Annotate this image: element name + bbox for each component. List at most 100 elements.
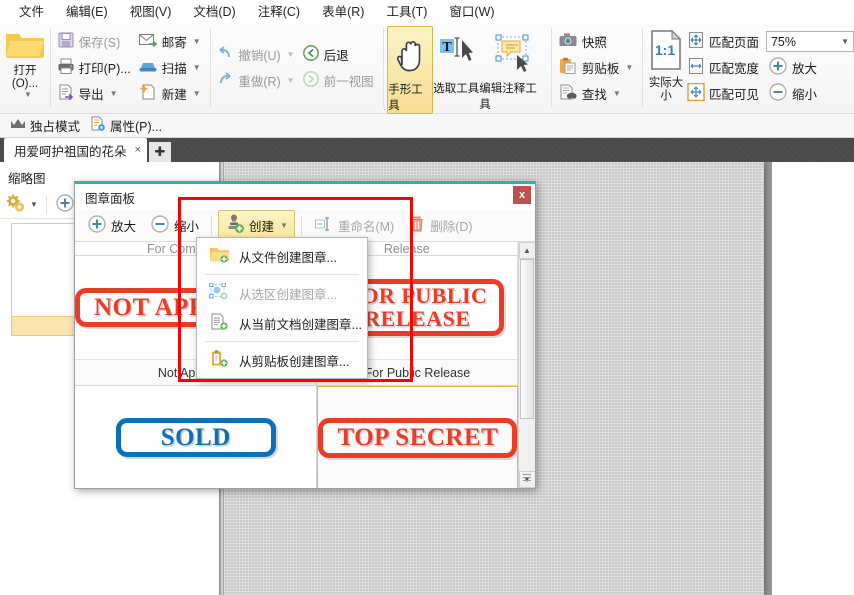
clipboard-caret-icon[interactable]: ▼ [625, 63, 633, 72]
create-stamp-from-clipboard-label: 从剪贴板创建图章... [239, 354, 350, 369]
menu-view[interactable]: 视图(V) [119, 0, 183, 22]
scrollbar-thumb[interactable] [519, 259, 534, 419]
share-actions-group: 邮寄 ▼ 扫描 ▼ 新建 ▼ [136, 22, 206, 113]
zoom-out-button[interactable]: 缩小 [766, 81, 854, 107]
stamp-graphic-line-2: RELEASE [364, 305, 471, 331]
envelope-icon [138, 31, 158, 52]
close-icon[interactable]: × [135, 144, 141, 156]
svg-text:1:1: 1:1 [655, 42, 675, 58]
delete-stamp-label: 删除(D) [430, 220, 473, 234]
scrollbar-grip-icon [523, 474, 531, 481]
create-stamp-from-document-item[interactable]: 从当前文档创建图章... [197, 308, 367, 338]
create-stamp-from-document-label: 从当前文档创建图章... [239, 317, 362, 332]
previous-view-button[interactable]: 前一视图 [300, 68, 379, 94]
delete-stamp-button[interactable]: 删除(D) [402, 212, 478, 239]
stamp-panel-scrollbar[interactable]: ▲ ▼ [518, 242, 535, 488]
export-button[interactable]: 导出 ▼ [55, 81, 136, 107]
thumbnail-options-caret-icon[interactable]: ▼ [30, 200, 38, 209]
undo-button-label: 撤销(U) [238, 49, 281, 63]
new-button[interactable]: 新建 ▼ [136, 81, 206, 107]
find-button[interactable]: 查找 ▼ [556, 81, 638, 107]
find-caret-icon[interactable]: ▼ [613, 89, 621, 98]
thumbnail-zoom-in-icon[interactable] [55, 193, 75, 216]
scroll-up-arrow-icon[interactable]: ▲ [518, 242, 535, 259]
menu-document[interactable]: 文档(D) [182, 0, 246, 22]
redo-caret-icon: ▼ [286, 76, 295, 85]
actual-size-button[interactable]: 1:1 实际大小 [647, 22, 685, 113]
open-button[interactable]: 打开(O)... ▼ [4, 22, 46, 113]
thumbnail-toolbar-separator [45, 195, 47, 214]
stamp-art: SOLD [75, 386, 317, 488]
gear-icon[interactable] [6, 193, 26, 216]
stamp-panel-titlebar[interactable]: 图章面板 x [75, 184, 535, 210]
chevron-down-icon[interactable]: ▼ [841, 37, 849, 46]
minus-circle-icon [150, 214, 170, 237]
fit-page-icon [687, 31, 705, 52]
create-stamp-from-file-item[interactable]: 从文件创建图章... [197, 241, 367, 271]
forward-circle-icon [302, 70, 320, 91]
stamp-art: TOP SECRET [318, 387, 518, 488]
export-caret-icon[interactable]: ▼ [110, 89, 118, 98]
menu-file[interactable]: 文件 [8, 0, 55, 22]
new-button-label: 新建 [161, 88, 187, 102]
snapshot-button[interactable]: 快照 [556, 29, 638, 55]
print-button[interactable]: 打印(P)... [55, 55, 136, 81]
undo-button[interactable]: 撤销(U) ▼ [214, 42, 299, 68]
stamp-graphic-line-1: FOR PUBLIC [347, 283, 488, 309]
scan-caret-icon[interactable]: ▼ [193, 63, 201, 72]
fit-width-label: 匹配宽度 [708, 62, 759, 76]
stamp-item-top-secret[interactable]: TOP SECRET Top Secret [317, 386, 518, 488]
menu-comment[interactable]: 注释(C) [247, 0, 311, 22]
plus-circle-icon [768, 56, 788, 79]
scanner-icon [138, 57, 158, 78]
zoom-in-button[interactable]: 放大 [766, 55, 854, 81]
exclusive-mode-button[interactable]: 独占模式 [8, 116, 88, 135]
new-caret-icon[interactable]: ▼ [193, 89, 201, 98]
redo-button[interactable]: 重做(R) ▼ [214, 68, 299, 94]
plus-icon: ✚ [154, 144, 166, 159]
fit-page-button[interactable]: 匹配页面 [685, 29, 764, 55]
stamp-zoom-in-button[interactable]: 放大 [81, 211, 142, 240]
email-button[interactable]: 邮寄 ▼ [136, 29, 206, 55]
plus-circle-icon [87, 214, 107, 237]
save-button[interactable]: 保存(S) [55, 29, 136, 55]
zoom-level-combobox[interactable]: 75% ▼ [765, 31, 854, 52]
scan-button[interactable]: 扫描 ▼ [136, 55, 206, 81]
rename-stamp-button[interactable]: 重命名(M) [308, 212, 400, 239]
new-document-icon [138, 83, 158, 104]
save-disk-icon [57, 31, 75, 52]
stamp-panel-close-button[interactable]: x [513, 186, 531, 204]
open-caret-icon[interactable]: ▼ [24, 90, 32, 99]
stamp-panel-title: 图章面板 [85, 191, 136, 206]
document-tab[interactable]: 用爱呵护祖国的花朵 × [4, 138, 147, 162]
fit-visible-button[interactable]: 匹配可见 [685, 81, 764, 107]
fit-width-button[interactable]: 匹配宽度 [685, 55, 764, 81]
edit-annotation-tool[interactable]: 编辑注释工具 [479, 26, 547, 112]
fit-group: 匹配页面 匹配宽度 匹配可见 [685, 22, 764, 113]
export-icon [57, 83, 75, 104]
hand-icon [393, 35, 427, 78]
select-tool[interactable]: T 选取工具 [433, 26, 479, 96]
clipboard-button[interactable]: 剪贴板 ▼ [556, 55, 638, 81]
menu-window[interactable]: 窗口(W) [438, 0, 505, 22]
menu-edit[interactable]: 编辑(E) [55, 0, 119, 22]
create-stamp-dropdown-menu[interactable]: 从文件创建图章... 从选区创建图章... 从当前文档创建图章... 从剪贴板创… [196, 237, 368, 379]
add-tab-button[interactable]: ✚ [148, 142, 171, 162]
create-stamp-label: 创建 [249, 220, 275, 234]
capture-group: 快照 剪贴板 ▼ 查找 ▼ [556, 22, 638, 113]
create-stamp-from-clipboard-item[interactable]: 从剪贴板创建图章... [197, 345, 367, 375]
open-button-label: 打开(O)... [11, 65, 39, 90]
camera-icon [558, 31, 578, 52]
trash-icon [408, 215, 426, 236]
chevron-down-icon[interactable]: ▼ [280, 221, 288, 230]
menu-form[interactable]: 表单(R) [311, 0, 375, 22]
stamp-zoom-out-button[interactable]: 缩小 [144, 211, 205, 240]
back-button[interactable]: 后退 [300, 42, 379, 68]
create-stamp-from-selection-item[interactable]: 从选区创建图章... [197, 278, 367, 308]
menu-tools[interactable]: 工具(T) [375, 0, 438, 22]
scrollbar-track[interactable] [518, 259, 535, 481]
hand-tool[interactable]: 手形工具 [387, 26, 434, 114]
stamp-item-sold[interactable]: SOLD Sold [75, 386, 318, 488]
properties-button[interactable]: 属性(P)... [88, 116, 170, 135]
email-caret-icon[interactable]: ▼ [193, 37, 201, 46]
